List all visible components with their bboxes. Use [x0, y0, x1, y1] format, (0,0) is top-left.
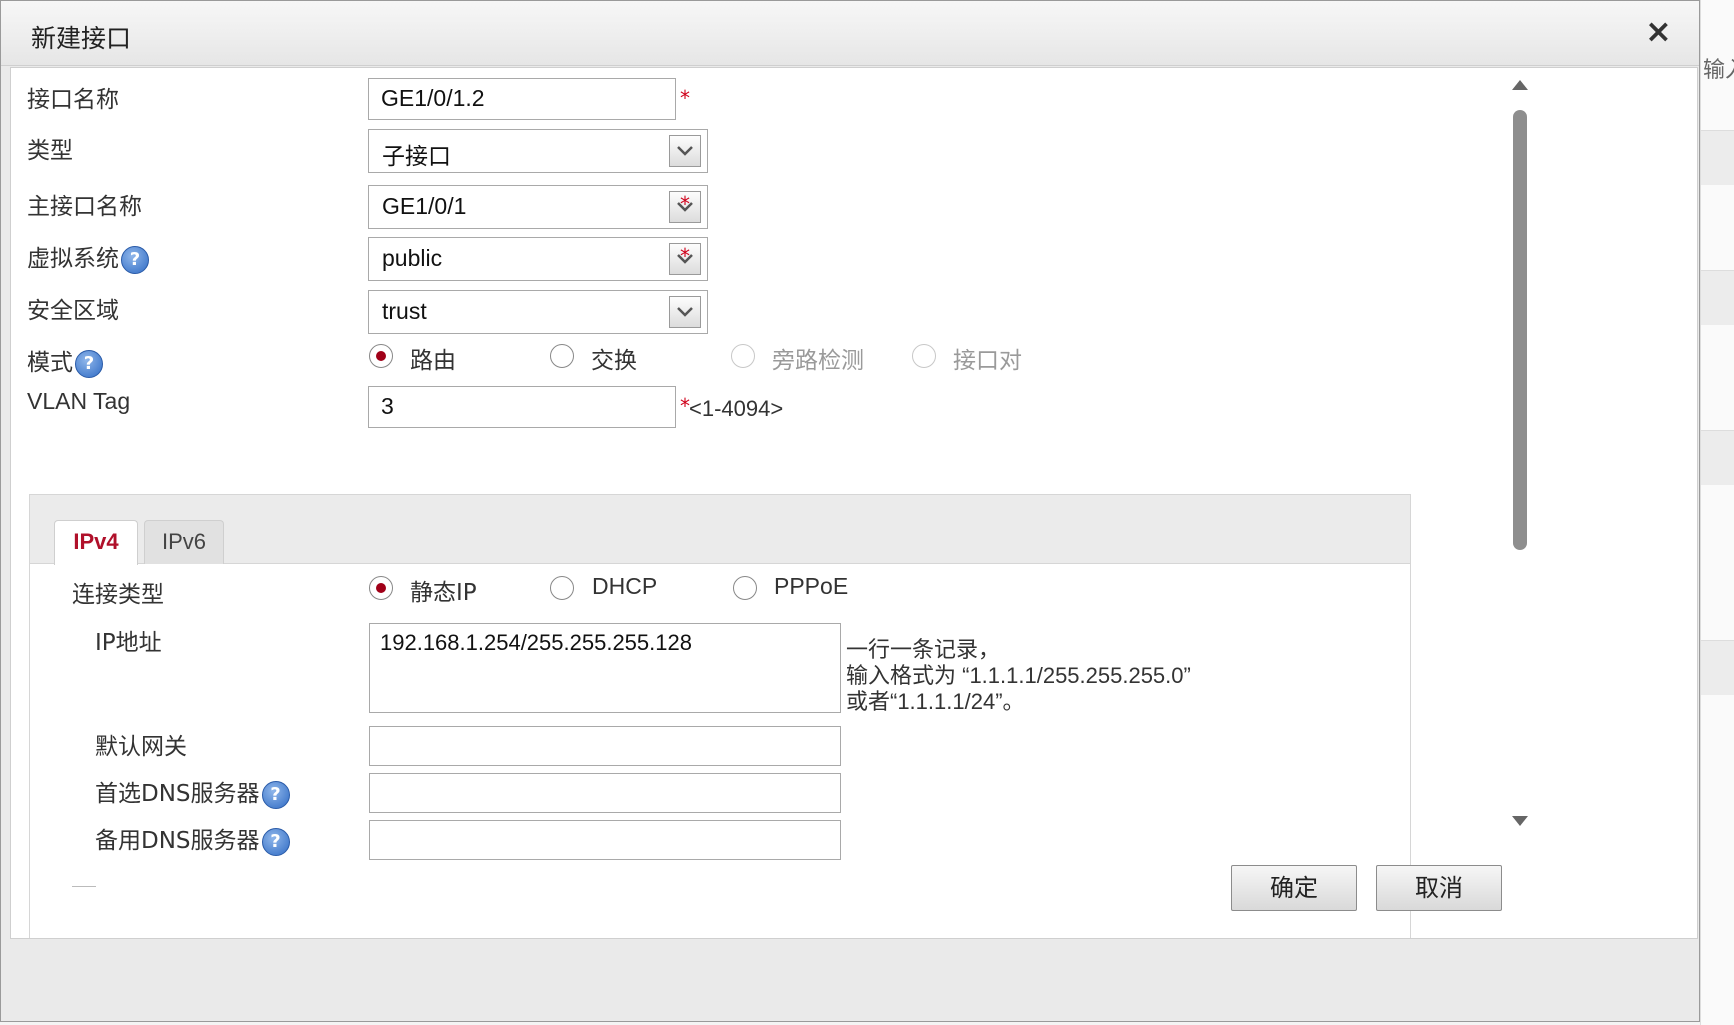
- vlan-tag-input[interactable]: 3: [368, 386, 676, 428]
- ip-address-textarea[interactable]: 192.168.1.254/255.255.255.128: [369, 623, 841, 713]
- connection-static-ip-label[interactable]: 静态IP: [410, 573, 477, 607]
- connection-pppoe-radio[interactable]: [733, 576, 757, 600]
- mode-label-text: 模式: [27, 350, 73, 376]
- virtual-system-select[interactable]: public: [368, 237, 708, 281]
- ip-address-hint-line3: 或者“1.1.1.1/24”。: [846, 689, 1025, 714]
- connection-dhcp-radio[interactable]: [550, 576, 574, 600]
- background-page: 输入: [1700, 0, 1734, 1025]
- mode-bypass-label: 旁路检测: [772, 348, 864, 374]
- security-zone-select-value: trust: [382, 298, 427, 324]
- help-icon[interactable]: ?: [261, 827, 290, 856]
- required-marker: *: [680, 192, 690, 216]
- help-icon[interactable]: ?: [75, 349, 103, 378]
- ip-tab-panel: IPv4 IPv6 连接类型 静态IP DHCP PPPoE IP地址 192.…: [29, 494, 1411, 938]
- interface-name-label: 接口名称: [27, 87, 119, 113]
- ok-button[interactable]: 确定: [1231, 865, 1357, 911]
- default-gateway-label: 默认网关: [95, 734, 187, 760]
- mode-interface-pair-label: 接口对: [953, 348, 1022, 374]
- scroll-thumb[interactable]: [1513, 110, 1527, 550]
- divider: [72, 886, 96, 887]
- security-zone-select[interactable]: trust: [368, 290, 708, 334]
- help-icon[interactable]: ?: [121, 245, 149, 274]
- tab-ipv6[interactable]: IPv6: [144, 520, 224, 564]
- chevron-down-icon[interactable]: [669, 296, 701, 328]
- secondary-dns-input[interactable]: [369, 820, 841, 860]
- ip-address-label: IP地址: [95, 630, 162, 656]
- tab-strip: IPv4 IPv6: [30, 495, 1410, 565]
- background-row: [1701, 270, 1734, 325]
- content-scrollbar[interactable]: [1511, 80, 1529, 830]
- vlan-tag-range-hint: <1-4094>: [689, 396, 784, 421]
- mode-switch-label[interactable]: 交换: [591, 341, 637, 375]
- background-row: [1701, 130, 1734, 185]
- secondary-dns-label: 备用DNS服务器?: [95, 821, 290, 856]
- background-partial-text: 输入: [1703, 58, 1734, 83]
- required-marker: *: [680, 86, 690, 110]
- dialog-content: 接口名称 GE1/0/1.2 * 类型 子接口 主接口名称 GE1/0/1 * …: [10, 67, 1698, 939]
- new-interface-dialog: 新建接口 × 接口名称 GE1/0/1.2 * 类型 子接口 主接口名称 GE1…: [0, 0, 1700, 1022]
- required-marker: *: [680, 244, 690, 268]
- interface-name-input[interactable]: GE1/0/1.2: [368, 78, 676, 120]
- connection-type-label: 连接类型: [72, 582, 164, 608]
- type-select[interactable]: 子接口: [368, 129, 708, 173]
- connection-static-ip-radio[interactable]: [369, 576, 393, 600]
- mode-bypass-radio: [731, 344, 755, 368]
- dialog-title: 新建接口: [31, 24, 132, 53]
- chevron-down-icon[interactable]: [669, 135, 701, 167]
- vlan-tag-label: VLAN Tag: [27, 388, 131, 414]
- cancel-button[interactable]: 取消: [1376, 865, 1502, 911]
- security-zone-label: 安全区域: [27, 298, 119, 324]
- dialog-title-bar[interactable]: 新建接口 ×: [1, 1, 1699, 66]
- background-row: [1701, 430, 1734, 485]
- primary-dns-label-text: 首选DNS服务器: [95, 781, 260, 807]
- background-row: [1701, 640, 1734, 695]
- mode-interface-pair-radio: [912, 344, 936, 368]
- virtual-system-label: 虚拟系统?: [27, 239, 149, 274]
- mode-label: 模式?: [27, 343, 103, 378]
- scroll-up-arrow-icon[interactable]: [1512, 80, 1528, 90]
- type-select-value: 子接口: [382, 143, 451, 169]
- virtual-system-label-text: 虚拟系统: [27, 246, 119, 272]
- main-interface-select-value: GE1/0/1: [382, 193, 467, 219]
- primary-dns-label: 首选DNS服务器?: [95, 774, 290, 809]
- secondary-dns-label-text: 备用DNS服务器: [95, 828, 260, 854]
- mode-route-label[interactable]: 路由: [410, 341, 456, 375]
- type-label: 类型: [27, 138, 73, 164]
- help-icon[interactable]: ?: [261, 780, 290, 809]
- scroll-down-arrow-icon[interactable]: [1512, 816, 1528, 826]
- mode-route-radio[interactable]: [369, 344, 393, 368]
- connection-dhcp-label[interactable]: DHCP: [592, 573, 657, 600]
- primary-dns-input[interactable]: [369, 773, 841, 813]
- tab-ipv4[interactable]: IPv4: [54, 520, 138, 565]
- connection-pppoe-label[interactable]: PPPoE: [774, 573, 848, 600]
- close-icon[interactable]: ×: [1645, 15, 1672, 47]
- mode-switch-radio[interactable]: [550, 344, 574, 368]
- main-interface-label: 主接口名称: [27, 194, 142, 220]
- main-interface-select[interactable]: GE1/0/1: [368, 185, 708, 229]
- virtual-system-select-value: public: [382, 245, 443, 271]
- default-gateway-input[interactable]: [369, 726, 841, 766]
